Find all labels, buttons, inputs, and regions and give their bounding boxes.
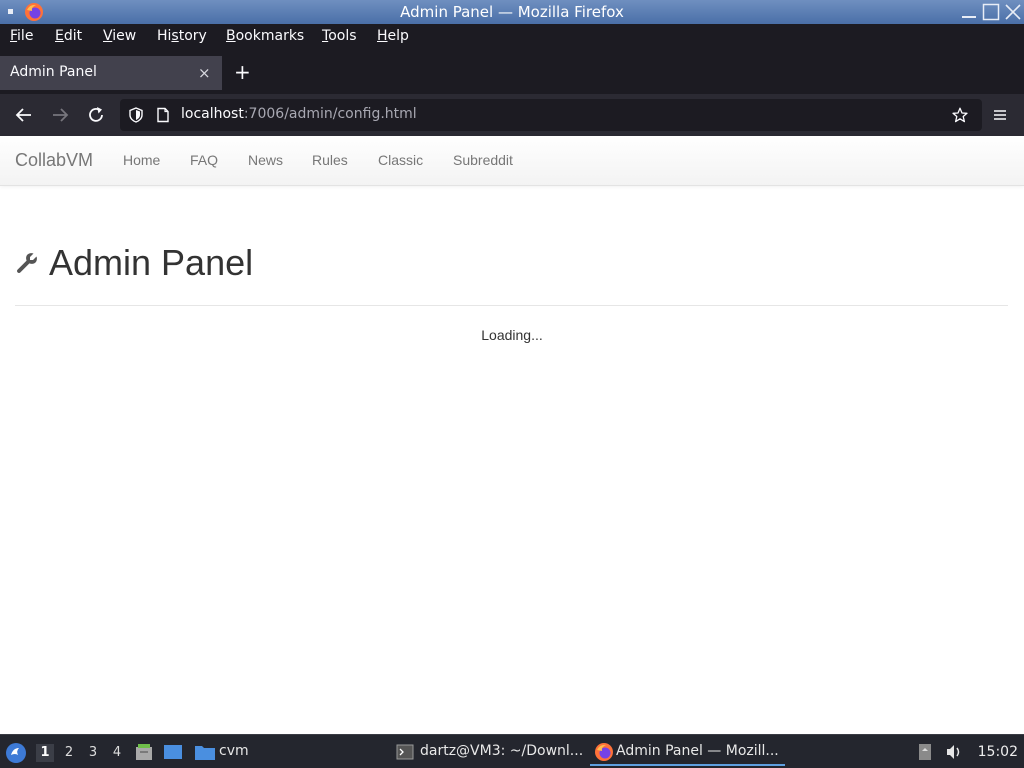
firefox-icon (595, 743, 613, 761)
terminal-icon (396, 744, 414, 760)
nav-link-faq[interactable]: FAQ (190, 152, 218, 168)
taskbar: 1 2 3 4 cvm dartz@VM3: ~/Downl... Admin … (0, 734, 1024, 768)
workspace-2[interactable]: 2 (60, 744, 78, 762)
navigation-toolbar: localhost:7006/admin/config.html (0, 94, 1024, 136)
tab-close-icon[interactable]: × (198, 64, 211, 82)
site-brand[interactable]: CollabVM (15, 150, 93, 171)
site-navbar: CollabVM Home FAQ News Rules Classic Sub… (0, 136, 1024, 186)
tab-admin-panel[interactable]: Admin Panel × (0, 56, 222, 90)
menu-help[interactable]: Help (377, 28, 409, 44)
storage-tray-icon[interactable] (916, 742, 934, 762)
folder-icon (195, 746, 215, 760)
menu-tools[interactable]: Tools (322, 28, 357, 44)
close-window-icon[interactable] (1004, 3, 1022, 21)
task-firefox[interactable]: Admin Panel — Mozill... (590, 738, 785, 766)
workspace-3[interactable]: 3 (84, 744, 102, 762)
maximize-icon[interactable] (982, 3, 1000, 21)
wrench-icon (17, 253, 37, 273)
tracking-shield-icon[interactable] (128, 107, 144, 123)
folder-launcher-cvm[interactable]: cvm (194, 738, 254, 766)
page-info-icon[interactable] (155, 107, 171, 123)
workspace-1[interactable]: 1 (36, 744, 54, 762)
title-divider (15, 305, 1008, 306)
file-manager-icon[interactable] (134, 742, 154, 762)
nav-link-classic[interactable]: Classic (378, 152, 423, 168)
nav-link-home[interactable]: Home (123, 152, 160, 168)
nav-link-subreddit[interactable]: Subreddit (453, 152, 513, 168)
clock[interactable]: 15:02 (978, 744, 1018, 760)
window-titlebar: Admin Panel — Mozilla Firefox (0, 0, 1024, 24)
loading-status: Loading... (481, 327, 543, 343)
desktop-icon[interactable] (162, 742, 184, 762)
new-tab-button[interactable]: + (234, 60, 254, 84)
menu-history[interactable]: History (157, 28, 207, 44)
nav-link-news[interactable]: News (248, 152, 283, 168)
minimize-icon[interactable] (960, 3, 978, 21)
url-text[interactable]: localhost:7006/admin/config.html (181, 106, 417, 122)
task-terminal[interactable]: dartz@VM3: ~/Downl... (394, 738, 584, 766)
volume-icon[interactable] (944, 742, 964, 762)
nav-link-rules[interactable]: Rules (312, 152, 348, 168)
forward-arrow-icon[interactable] (49, 104, 71, 126)
workspace-4[interactable]: 4 (108, 744, 126, 762)
menu-file[interactable]: File (10, 28, 33, 44)
reload-icon[interactable] (85, 104, 107, 126)
menu-bar: File Edit View History Bookmarks Tools H… (0, 24, 1024, 50)
menu-bookmarks[interactable]: Bookmarks (226, 28, 304, 44)
tab-label: Admin Panel (10, 64, 97, 80)
window-title: Admin Panel — Mozilla Firefox (400, 3, 624, 21)
start-menu-icon[interactable] (5, 742, 27, 764)
bookmark-star-icon[interactable] (952, 107, 968, 123)
page-title: Admin Panel (49, 242, 254, 283)
back-arrow-icon[interactable] (13, 104, 35, 126)
hamburger-menu-icon[interactable] (989, 104, 1011, 126)
menu-view[interactable]: View (103, 28, 136, 44)
url-bar[interactable]: localhost:7006/admin/config.html (120, 99, 982, 131)
tab-strip: Admin Panel × + (0, 50, 1024, 94)
menu-edit[interactable]: Edit (55, 28, 82, 44)
